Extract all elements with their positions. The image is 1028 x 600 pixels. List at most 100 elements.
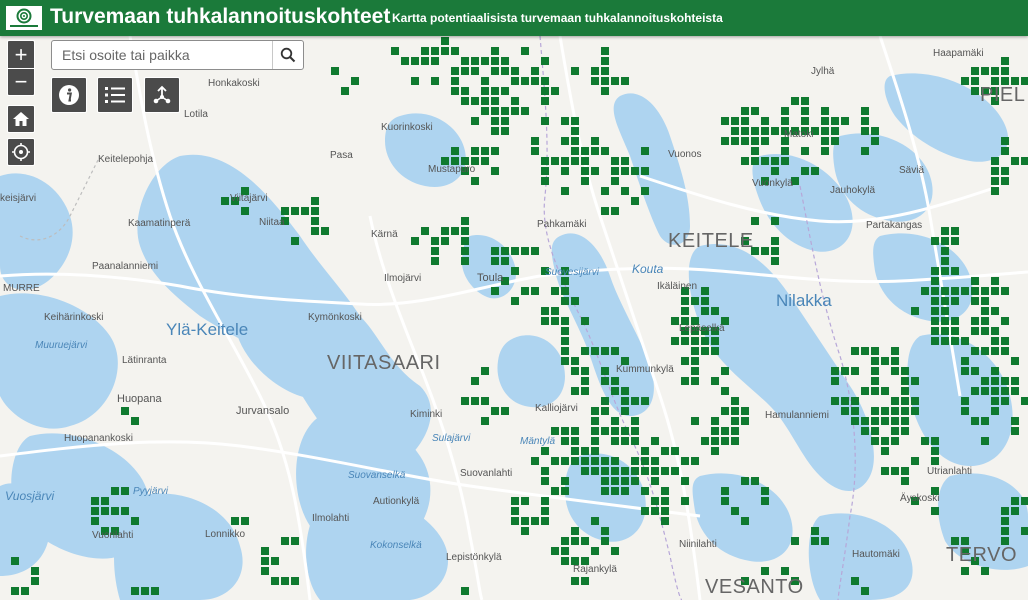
- site-marker[interactable]: [281, 207, 289, 215]
- site-marker[interactable]: [571, 447, 579, 455]
- site-marker[interactable]: [571, 577, 579, 585]
- site-marker[interactable]: [741, 107, 749, 115]
- site-marker[interactable]: [1021, 527, 1028, 535]
- zoom-out-button[interactable]: −: [7, 68, 35, 96]
- site-marker[interactable]: [681, 377, 689, 385]
- site-marker[interactable]: [581, 317, 589, 325]
- site-marker[interactable]: [861, 417, 869, 425]
- site-marker[interactable]: [511, 107, 519, 115]
- site-marker[interactable]: [541, 507, 549, 515]
- site-marker[interactable]: [641, 487, 649, 495]
- site-marker[interactable]: [611, 427, 619, 435]
- site-marker[interactable]: [721, 497, 729, 505]
- site-marker[interactable]: [831, 137, 839, 145]
- site-marker[interactable]: [871, 407, 879, 415]
- site-marker[interactable]: [1001, 177, 1009, 185]
- site-marker[interactable]: [91, 507, 99, 515]
- site-marker[interactable]: [991, 397, 999, 405]
- site-marker[interactable]: [871, 127, 879, 135]
- site-marker[interactable]: [481, 397, 489, 405]
- site-marker[interactable]: [981, 287, 989, 295]
- site-marker[interactable]: [491, 247, 499, 255]
- site-marker[interactable]: [241, 517, 249, 525]
- site-marker[interactable]: [1001, 337, 1009, 345]
- site-marker[interactable]: [991, 347, 999, 355]
- site-marker[interactable]: [701, 287, 709, 295]
- site-marker[interactable]: [701, 437, 709, 445]
- site-marker[interactable]: [591, 77, 599, 85]
- site-marker[interactable]: [811, 167, 819, 175]
- site-marker[interactable]: [131, 417, 139, 425]
- site-marker[interactable]: [441, 37, 449, 45]
- site-marker[interactable]: [981, 297, 989, 305]
- site-marker[interactable]: [861, 347, 869, 355]
- share-button[interactable]: [144, 77, 180, 113]
- site-marker[interactable]: [101, 507, 109, 515]
- site-marker[interactable]: [481, 147, 489, 155]
- site-marker[interactable]: [571, 427, 579, 435]
- site-marker[interactable]: [621, 427, 629, 435]
- site-marker[interactable]: [691, 347, 699, 355]
- site-marker[interactable]: [511, 497, 519, 505]
- site-marker[interactable]: [271, 577, 279, 585]
- site-marker[interactable]: [531, 247, 539, 255]
- site-marker[interactable]: [591, 467, 599, 475]
- site-marker[interactable]: [581, 167, 589, 175]
- site-marker[interactable]: [971, 327, 979, 335]
- site-marker[interactable]: [761, 487, 769, 495]
- site-marker[interactable]: [891, 347, 899, 355]
- site-marker[interactable]: [541, 517, 549, 525]
- site-marker[interactable]: [601, 367, 609, 375]
- site-marker[interactable]: [761, 247, 769, 255]
- site-marker[interactable]: [541, 447, 549, 455]
- site-marker[interactable]: [741, 517, 749, 525]
- site-marker[interactable]: [621, 387, 629, 395]
- site-marker[interactable]: [501, 67, 509, 75]
- site-marker[interactable]: [1001, 57, 1009, 65]
- site-marker[interactable]: [601, 87, 609, 95]
- site-marker[interactable]: [421, 57, 429, 65]
- site-marker[interactable]: [751, 477, 759, 485]
- site-marker[interactable]: [931, 337, 939, 345]
- site-marker[interactable]: [771, 237, 779, 245]
- site-marker[interactable]: [801, 107, 809, 115]
- site-marker[interactable]: [741, 127, 749, 135]
- site-marker[interactable]: [641, 467, 649, 475]
- site-marker[interactable]: [431, 77, 439, 85]
- site-marker[interactable]: [441, 47, 449, 55]
- site-marker[interactable]: [971, 77, 979, 85]
- site-marker[interactable]: [621, 477, 629, 485]
- site-marker[interactable]: [821, 117, 829, 125]
- site-marker[interactable]: [631, 437, 639, 445]
- site-marker[interactable]: [701, 307, 709, 315]
- site-marker[interactable]: [521, 47, 529, 55]
- site-marker[interactable]: [471, 177, 479, 185]
- site-marker[interactable]: [491, 257, 499, 265]
- site-marker[interactable]: [971, 87, 979, 95]
- site-marker[interactable]: [961, 357, 969, 365]
- site-marker[interactable]: [611, 157, 619, 165]
- site-marker[interactable]: [541, 97, 549, 105]
- site-marker[interactable]: [491, 97, 499, 105]
- site-marker[interactable]: [491, 67, 499, 75]
- site-marker[interactable]: [641, 457, 649, 465]
- site-marker[interactable]: [281, 537, 289, 545]
- site-marker[interactable]: [971, 347, 979, 355]
- site-marker[interactable]: [481, 417, 489, 425]
- site-marker[interactable]: [591, 457, 599, 465]
- site-marker[interactable]: [981, 377, 989, 385]
- site-marker[interactable]: [521, 527, 529, 535]
- site-marker[interactable]: [591, 407, 599, 415]
- site-marker[interactable]: [691, 377, 699, 385]
- site-marker[interactable]: [1001, 527, 1009, 535]
- info-button[interactable]: [51, 77, 87, 113]
- site-marker[interactable]: [991, 67, 999, 75]
- site-marker[interactable]: [511, 247, 519, 255]
- site-marker[interactable]: [461, 227, 469, 235]
- site-marker[interactable]: [731, 437, 739, 445]
- site-marker[interactable]: [611, 547, 619, 555]
- site-marker[interactable]: [471, 377, 479, 385]
- site-marker[interactable]: [941, 317, 949, 325]
- site-marker[interactable]: [601, 377, 609, 385]
- site-marker[interactable]: [1001, 397, 1009, 405]
